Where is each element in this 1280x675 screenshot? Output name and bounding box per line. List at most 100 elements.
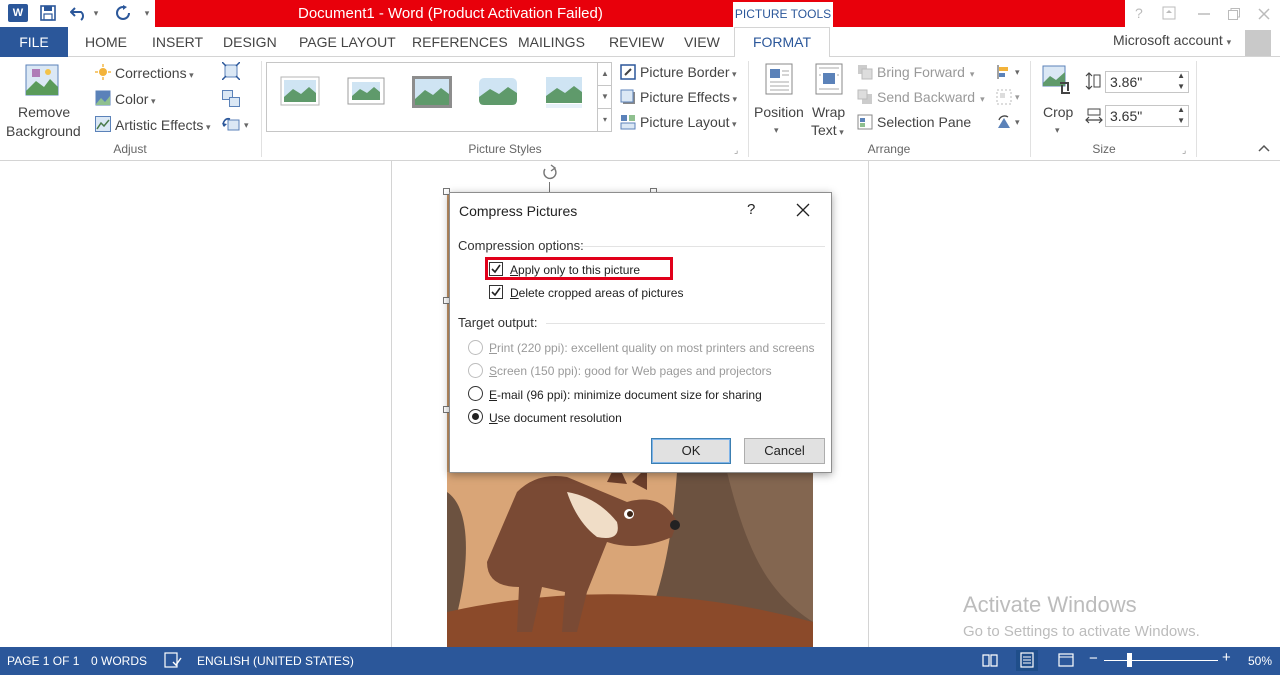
picture-effects-button[interactable]: Picture Effects ▾ [640,88,737,108]
compress-pictures-icon[interactable] [221,61,241,81]
tab-review[interactable]: REVIEW [609,32,664,52]
apply-only-label[interactable]: Apply only to this picture [510,262,640,278]
wrap-text-button[interactable]: Text ▾ [811,121,844,141]
size-launcher-icon[interactable]: ⌟ [1182,145,1186,156]
account-avatar[interactable] [1245,30,1271,56]
group-objects-icon[interactable] [996,89,1012,105]
account-menu[interactable]: Microsoft account ▾ [1113,32,1231,48]
reset-picture-dropdown-icon[interactable]: ▾ [244,116,249,134]
position-label[interactable]: Position [754,103,804,121]
zoom-out-button[interactable]: − [1089,651,1098,666]
proofing-icon[interactable] [164,652,182,671]
email-radio[interactable] [468,386,483,401]
close-window-icon[interactable] [1258,2,1270,26]
tab-home[interactable]: HOME [85,32,127,52]
restore-icon[interactable] [1228,2,1240,26]
color-button[interactable]: Color ▾ [115,90,156,110]
dialog-close-icon[interactable] [796,203,810,217]
email-option-label[interactable]: E-mail (96 ppi): minimize document size … [489,387,762,403]
tab-insert[interactable]: INSERT [152,32,203,52]
delete-cropped-checkbox[interactable] [489,285,503,299]
tab-view[interactable]: VIEW [684,32,720,52]
rotate-icon[interactable] [996,114,1012,130]
picture-style-1[interactable] [279,75,321,109]
align-dropdown-icon[interactable]: ▾ [1015,63,1020,81]
width-spinner[interactable]: 3.65" ▲ ▼ [1105,105,1189,127]
artistic-effects-button[interactable]: Artistic Effects ▾ [115,116,210,136]
change-picture-icon[interactable] [222,90,240,107]
align-icon[interactable] [996,64,1012,80]
picture-layout-button[interactable]: Picture Layout ▾ [640,113,737,133]
customize-toolbar-icon[interactable]: ▾ [140,2,154,24]
remove-background-label-2[interactable]: Background [6,122,81,140]
tab-file[interactable]: FILE [0,27,68,57]
redo-icon[interactable] [112,2,134,24]
height-spinner[interactable]: 3.86" ▲ ▼ [1105,71,1189,93]
crop-label[interactable]: Crop [1043,103,1073,121]
crop-icon[interactable] [1042,63,1076,97]
remove-background-label-1[interactable]: Remove [18,103,70,121]
print-radio[interactable] [468,340,483,355]
rotate-dropdown-icon[interactable]: ▾ [1015,113,1020,131]
picture-border-button[interactable]: Picture Border ▾ [640,63,737,83]
zoom-in-button[interactable]: + [1222,650,1231,665]
word-count[interactable]: 0 WORDS [91,654,147,668]
print-option-label[interactable]: Print (220 ppi): excellent quality on mo… [489,340,815,356]
collapse-ribbon-icon[interactable] [1258,141,1270,155]
bring-forward-button[interactable]: Bring Forward ▾ [877,63,974,83]
corrections-button[interactable]: Corrections ▾ [115,64,194,84]
rotate-handle-icon[interactable] [541,164,559,182]
minimize-icon[interactable] [1198,2,1210,26]
remove-background-icon[interactable] [24,63,60,99]
group-dropdown-icon[interactable]: ▾ [1015,88,1020,106]
zoom-level[interactable]: 50% [1248,654,1272,668]
undo-dropdown-icon[interactable]: ▾ [90,2,102,24]
tab-format[interactable]: FORMAT [734,27,830,58]
print-layout-icon[interactable] [1016,650,1038,671]
picture-styles-gallery[interactable]: ▲ ▼ ▾ [266,62,612,132]
picture-styles-launcher-icon[interactable]: ⌟ [734,145,738,156]
ribbon-display-options-icon[interactable] [1162,2,1176,26]
wrap-text-icon[interactable] [814,63,844,95]
selection-pane-label[interactable]: Selection Pane [877,113,971,131]
zoom-slider-track[interactable] [1104,660,1218,661]
picture-style-5[interactable] [543,75,585,109]
cancel-button[interactable]: Cancel [744,438,825,464]
tab-mailings[interactable]: MAILINGS [518,32,585,52]
read-mode-icon[interactable] [982,652,998,671]
picture-style-4[interactable] [477,75,519,109]
page-count[interactable]: PAGE 1 OF 1 [7,654,79,668]
position-icon[interactable] [764,63,794,95]
help-icon[interactable]: ? [1135,2,1143,24]
activate-windows-subtext: Go to Settings to activate Windows. [963,623,1200,640]
tab-design[interactable]: DESIGN [223,32,277,52]
width-spin-arrows-icon[interactable]: ▲ ▼ [1177,104,1185,126]
picture-style-3[interactable] [411,75,453,109]
screen-radio[interactable] [468,363,483,378]
zoom-slider-thumb[interactable] [1127,653,1132,667]
apply-only-checkbox[interactable] [489,262,503,276]
reset-picture-icon[interactable] [222,116,240,132]
document-resolution-label[interactable]: Use document resolution [489,410,622,426]
picture-style-2[interactable] [345,75,387,109]
ok-button[interactable]: OK [651,438,731,464]
tab-references[interactable]: REFERENCES [412,32,508,52]
delete-cropped-label[interactable]: Delete cropped areas of pictures [510,285,683,301]
web-layout-icon[interactable] [1058,652,1074,671]
gallery-scroll-up-icon[interactable]: ▲ [598,63,612,85]
screen-option-label[interactable]: Screen (150 ppi): good for Web pages and… [489,363,772,379]
wrap-text-label-1[interactable]: Wrap [812,103,845,121]
tab-page-layout[interactable]: PAGE LAYOUT [299,32,396,52]
gallery-scroll-down-icon[interactable]: ▼ [598,85,612,108]
word-app-icon[interactable]: W [8,4,28,22]
language-indicator[interactable]: ENGLISH (UNITED STATES) [197,654,354,668]
undo-icon[interactable] [68,2,90,24]
position-dropdown-icon[interactable]: ▾ [774,121,779,139]
document-resolution-radio[interactable] [468,409,483,424]
crop-dropdown-icon[interactable]: ▾ [1055,121,1060,139]
dialog-help-icon[interactable]: ? [747,202,755,218]
send-backward-button[interactable]: Send Backward ▾ [877,88,985,108]
save-icon[interactable] [36,2,60,24]
gallery-more-icon[interactable]: ▾ [598,108,612,131]
height-spin-arrows-icon[interactable]: ▲ ▼ [1177,70,1185,92]
